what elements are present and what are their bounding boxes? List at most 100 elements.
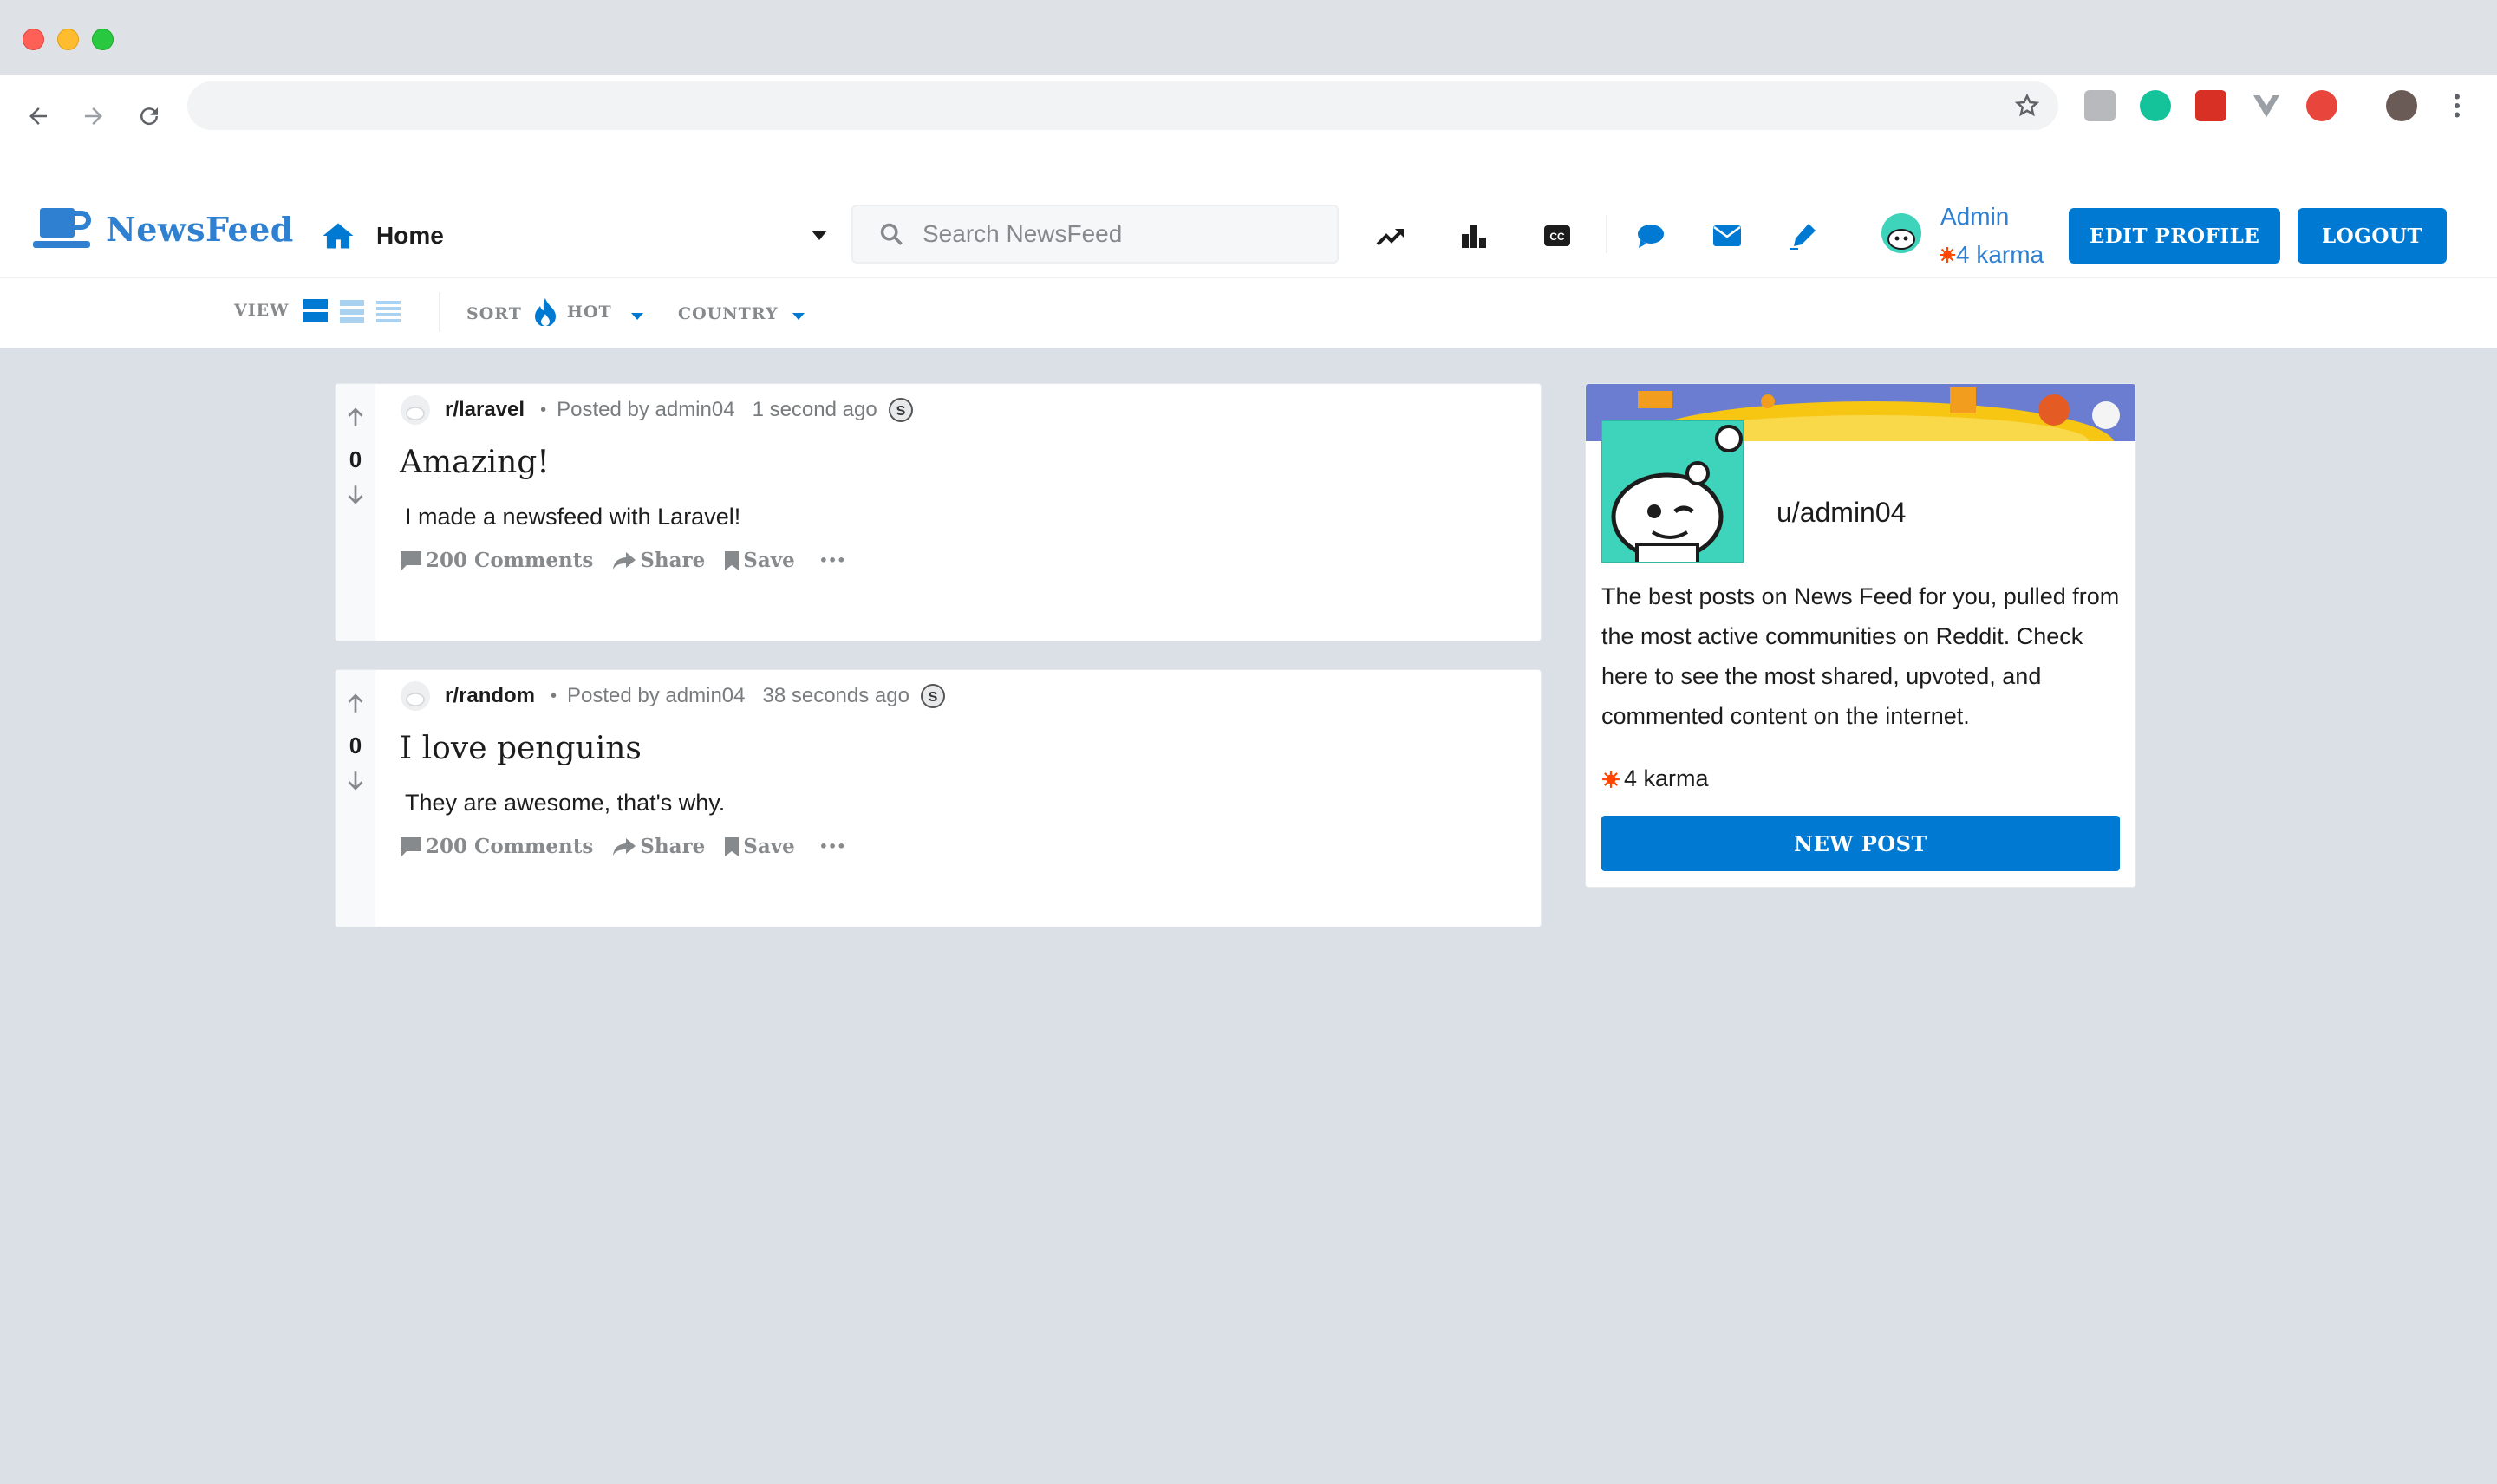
lastpass-extension-icon[interactable] (2195, 90, 2226, 121)
close-window-button[interactable] (23, 29, 44, 50)
profile-avatar[interactable] (2386, 90, 2417, 121)
create-post-button[interactable] (1784, 217, 1822, 255)
user-name: Admin (1940, 203, 2010, 230)
user-karma: 4 karma (1939, 241, 2044, 269)
post-time: 38 seconds ago (762, 684, 909, 707)
home-dropdown[interactable]: Home (323, 213, 827, 258)
meta-separator: • (551, 686, 557, 706)
search-box[interactable] (851, 205, 1339, 264)
country-label[interactable]: COUNTRY (678, 304, 779, 323)
forward-button[interactable] (69, 92, 118, 140)
award-coin-icon: S (920, 684, 945, 708)
mail-button[interactable] (1708, 217, 1746, 255)
arrow-right-icon (85, 107, 102, 125)
pencil-icon (1790, 224, 1816, 250)
closed-caption-button[interactable]: CC (1538, 217, 1576, 255)
user-menu[interactable]: Admin 4 karma (1880, 199, 2062, 272)
view-classic-button[interactable] (340, 299, 364, 323)
award-coin-icon: S (888, 398, 913, 422)
save-button[interactable]: Save (724, 549, 795, 572)
profile-avatar (1601, 420, 1744, 563)
leaderboard-button[interactable] (1455, 217, 1493, 255)
more-options-button[interactable]: ••• (819, 838, 846, 855)
share-icon (613, 551, 636, 570)
snoo-avatar-icon (1611, 425, 1743, 562)
save-button[interactable]: Save (724, 835, 795, 858)
post-body: They are awesome, that's why. (405, 790, 726, 816)
save-label: Save (743, 835, 795, 858)
sort-dropdown[interactable]: HOT (534, 294, 612, 330)
address-bar[interactable] (187, 81, 2058, 130)
classic-view-icon (340, 300, 364, 323)
share-icon (613, 837, 636, 856)
app-header: NewsFeed Home CC Admin 4 karma EDIT (0, 192, 2497, 278)
more-options-button[interactable]: ••• (819, 552, 846, 569)
upvote-icon[interactable] (344, 407, 367, 429)
more-icon: ••• (818, 552, 846, 569)
comment-icon (401, 836, 421, 856)
star-icon (2014, 93, 2040, 117)
svg-text:S: S (929, 690, 938, 705)
maximize-window-button[interactable] (92, 29, 114, 50)
sort-bar: VIEW SORT HOT COUNTRY (0, 278, 2497, 348)
share-button[interactable]: Share (612, 549, 705, 572)
comments-button[interactable]: 200 Comments (400, 549, 593, 572)
sort-label: SORT (466, 304, 522, 323)
adblock-extension-icon[interactable] (2306, 90, 2337, 121)
bookmark-star-button[interactable] (2008, 87, 2046, 125)
country-caret-icon[interactable] (792, 313, 805, 320)
user-avatar (1881, 213, 1921, 253)
search-input[interactable] (921, 219, 1323, 249)
back-button[interactable] (14, 92, 62, 140)
share-button[interactable]: Share (612, 835, 705, 858)
logout-button[interactable]: LOGOUT (2298, 208, 2447, 264)
sort-caret-icon[interactable] (631, 313, 643, 320)
vue-devtools-extension-icon[interactable] (2251, 90, 2282, 121)
post-meta: r/random • Posted by admin04 38 seconds … (400, 680, 946, 712)
profile-karma-value: 4 karma (1624, 765, 1709, 791)
grammarly-extension-icon[interactable] (2140, 90, 2171, 121)
view-compact-button[interactable] (376, 299, 401, 323)
profile-username[interactable]: u/admin04 (1777, 497, 1906, 529)
downvote-icon[interactable] (344, 769, 367, 791)
comments-label: 200 Comments (426, 549, 594, 572)
view-card-button[interactable] (303, 299, 328, 323)
card-view-icon (303, 299, 328, 322)
search-icon (880, 223, 903, 245)
new-post-button[interactable]: NEW POST (1601, 816, 2120, 871)
sortbar-divider (439, 292, 440, 332)
browser-tabstrip (0, 0, 2497, 75)
post-card[interactable]: 0 r/laravel • Posted by admin04 1 second… (335, 383, 1542, 641)
compact-view-icon (376, 301, 401, 322)
header-divider (1606, 215, 1607, 253)
edit-profile-button[interactable]: EDIT PROFILE (2069, 208, 2280, 264)
sort-value: HOT (567, 303, 612, 322)
home-label: Home (376, 222, 444, 249)
browser-menu-icon[interactable] (2452, 90, 2462, 121)
reload-button[interactable] (125, 92, 173, 140)
upvote-icon[interactable] (344, 693, 367, 715)
trending-button[interactable] (1372, 217, 1410, 255)
trending-icon (1376, 229, 1404, 246)
comments-button[interactable]: 200 Comments (400, 835, 593, 858)
minimize-window-button[interactable] (57, 29, 79, 50)
post-meta: r/laravel • Posted by admin04 1 second a… (400, 394, 914, 426)
caret-down-icon (812, 231, 827, 240)
posted-by: Posted by admin04 (557, 398, 735, 421)
extension-h-icon[interactable] (2084, 90, 2116, 121)
more-icon: ••• (818, 838, 846, 855)
bookmark-icon (725, 550, 740, 570)
brand-logo[interactable]: NewsFeed (33, 206, 294, 251)
reload-icon (140, 107, 159, 126)
post-card[interactable]: 0 r/random • Posted by admin04 38 second… (335, 669, 1542, 928)
subreddit-avatar-icon (401, 681, 430, 711)
post-title[interactable]: I love penguins (400, 731, 642, 766)
post-title[interactable]: Amazing! (400, 445, 550, 480)
share-label: Share (640, 835, 706, 858)
subreddit-link[interactable]: r/laravel (445, 398, 525, 422)
brand-name: NewsFeed (106, 209, 294, 249)
chat-button[interactable] (1632, 217, 1670, 255)
downvote-icon[interactable] (344, 483, 367, 505)
subreddit-link[interactable]: r/random (445, 684, 535, 708)
view-label: VIEW (234, 301, 290, 320)
